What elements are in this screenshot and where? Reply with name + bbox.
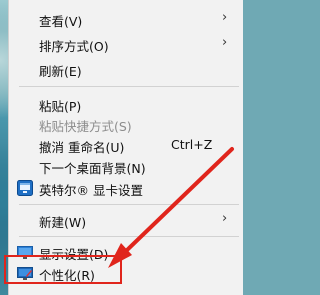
menu-item-shortcut: Ctrl+Z: [171, 137, 213, 152]
menu-separator: [19, 204, 239, 205]
menu-item-intel-graphics[interactable]: 英特尔® 显卡设置: [9, 177, 244, 199]
menu-item-label: 粘贴快捷方式(S): [39, 119, 132, 134]
menu-item-label: 排序方式(O): [39, 39, 109, 54]
intel-graphics-icon: [17, 180, 33, 196]
menu-item-label: 刷新(E): [39, 64, 82, 79]
menu-separator: [19, 86, 239, 87]
menu-item-new[interactable]: 新建(W) ›: [9, 209, 244, 231]
desktop-context-menu: 查看(V) › 排序方式(O) › 刷新(E) 粘贴(P) 粘贴快捷方式(S) …: [8, 0, 243, 295]
highlight-box: [4, 255, 122, 284]
menu-item-view[interactable]: 查看(V) ›: [9, 8, 244, 30]
menu-item-undo-rename[interactable]: 撤消 重命名(U) Ctrl+Z: [9, 134, 244, 156]
menu-item-label: 查看(V): [39, 14, 83, 29]
chevron-right-icon: ›: [222, 211, 228, 226]
menu-item-refresh[interactable]: 刷新(E): [9, 58, 244, 80]
menu-item-label: 撤消 重命名(U): [39, 140, 125, 155]
menu-item-label: 英特尔® 显卡设置: [39, 183, 143, 198]
menu-item-paste[interactable]: 粘贴(P): [9, 93, 244, 115]
menu-item-next-background[interactable]: 下一个桌面背景(N): [9, 155, 244, 177]
menu-item-label: 新建(W): [39, 215, 87, 230]
chevron-right-icon: ›: [222, 35, 228, 50]
chevron-right-icon: ›: [222, 10, 228, 25]
menu-item-paste-shortcut: 粘贴快捷方式(S): [9, 113, 244, 135]
menu-item-label: 下一个桌面背景(N): [39, 161, 146, 176]
menu-item-sort-by[interactable]: 排序方式(O) ›: [9, 33, 244, 55]
menu-separator: [19, 236, 239, 237]
